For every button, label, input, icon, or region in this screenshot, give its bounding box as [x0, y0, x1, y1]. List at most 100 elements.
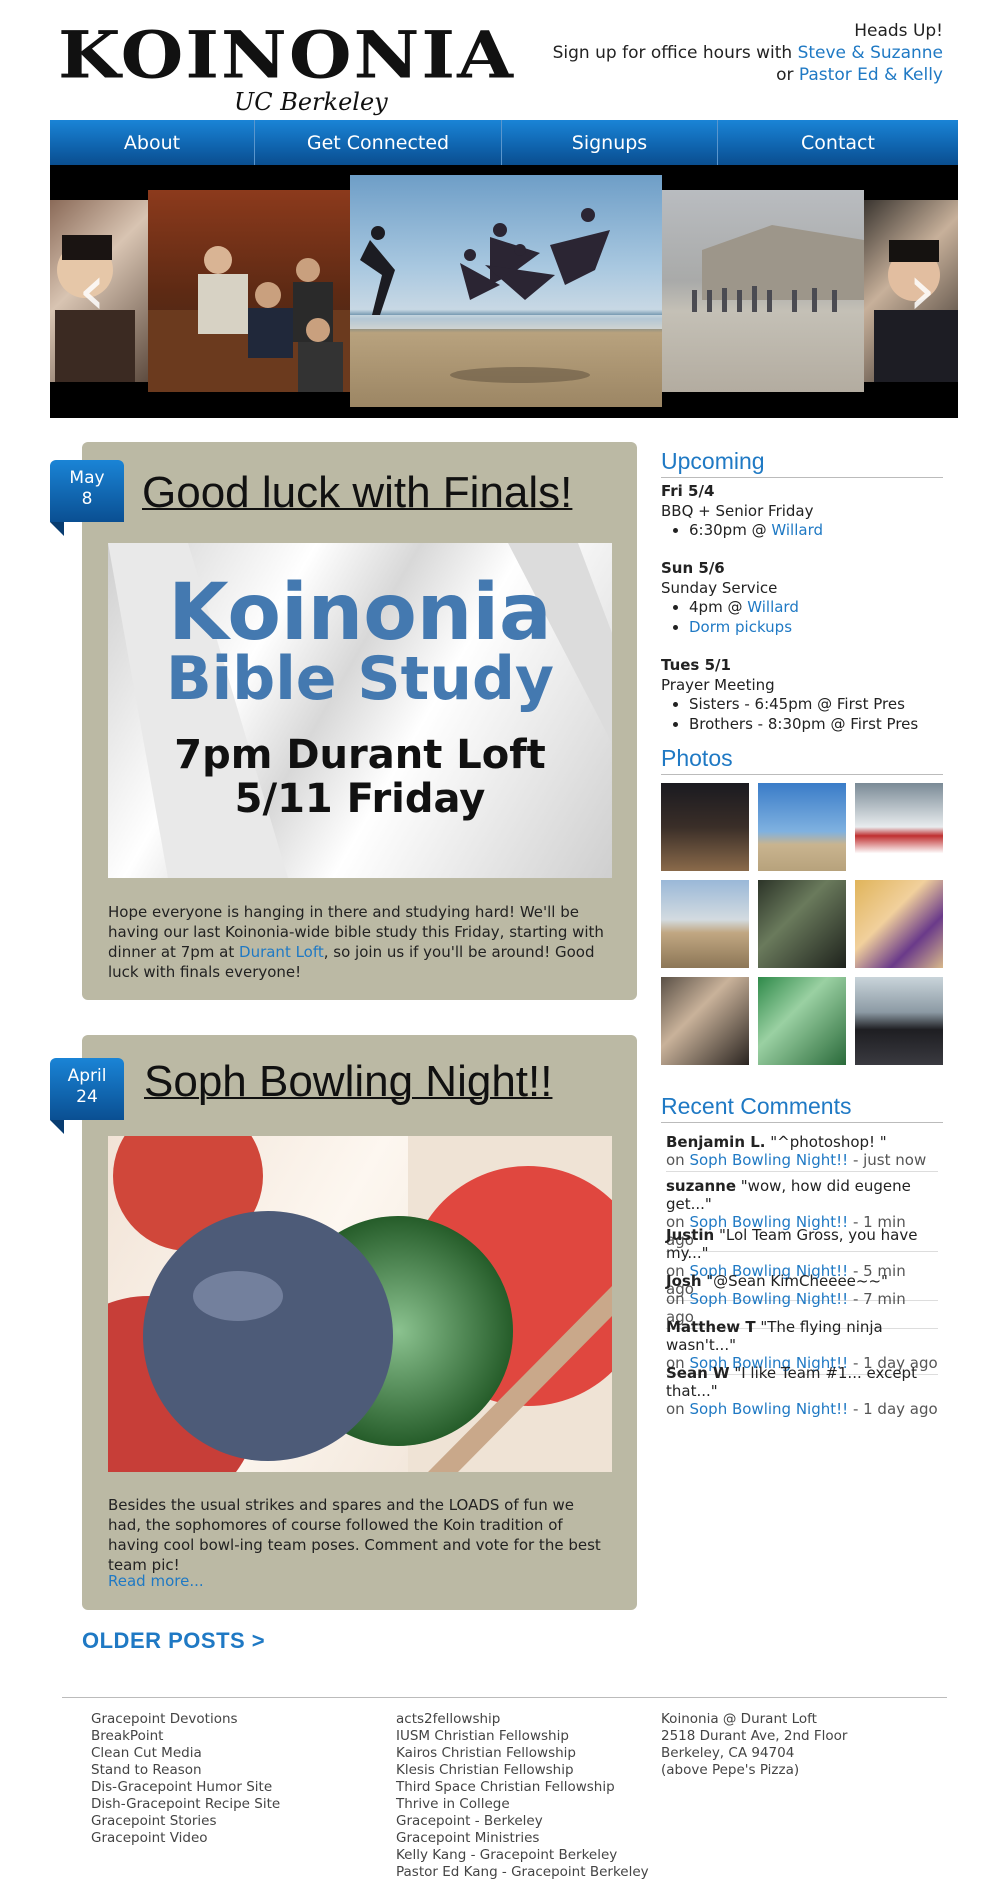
- site-header: KOINONIA UC Berkeley Heads Up! Sign up f…: [0, 0, 1000, 120]
- photo-thumbnail[interactable]: [855, 977, 943, 1065]
- comment-author: Benjamin L.: [666, 1133, 766, 1151]
- address-line: Koinonia @ Durant Loft: [661, 1711, 817, 1727]
- slide-photo-active[interactable]: [350, 175, 662, 407]
- slide-photo[interactable]: [662, 190, 864, 392]
- post-image[interactable]: Koinonia Bible Study 7pm Durant Loft 5/1…: [108, 543, 612, 878]
- footer-link[interactable]: Gracepoint Devotions: [91, 1711, 280, 1728]
- post-card: Good luck with Finals! Koinonia Bible St…: [82, 442, 637, 1000]
- footer-link[interactable]: Dis-Gracepoint Humor Site: [91, 1779, 280, 1796]
- nav-about[interactable]: About: [50, 120, 255, 165]
- post-date-month: April: [67, 1066, 107, 1086]
- post-image[interactable]: [108, 1136, 612, 1472]
- footer-link[interactable]: Kairos Christian Fellowship: [396, 1745, 649, 1762]
- upcoming-heading: Upcoming: [661, 448, 943, 478]
- photo-slider: ‹ ›: [50, 165, 958, 418]
- footer-link[interactable]: BreakPoint: [91, 1728, 280, 1745]
- footer-link[interactable]: Kelly Kang - Gracepoint Berkeley: [396, 1847, 649, 1864]
- willard-link[interactable]: Willard: [771, 521, 823, 539]
- comment-post-link[interactable]: Soph Bowling Night!!: [689, 1400, 848, 1418]
- heads-up-notice: Heads Up! Sign up for office hours with …: [553, 20, 943, 86]
- photos-heading: Photos: [661, 745, 943, 775]
- recent-comments-heading: Recent Comments: [661, 1093, 943, 1123]
- photo-thumbnail[interactable]: [758, 977, 846, 1065]
- footer-link[interactable]: Clean Cut Media: [91, 1745, 280, 1762]
- comment-author: Matthew T: [666, 1318, 756, 1336]
- post-date-month: May: [69, 468, 105, 488]
- comment-post-link[interactable]: Soph Bowling Night!!: [689, 1151, 848, 1169]
- photo-thumbnail[interactable]: [661, 783, 749, 871]
- footer-link[interactable]: Gracepoint Ministries: [396, 1830, 649, 1847]
- footer-link[interactable]: Gracepoint - Berkeley: [396, 1813, 649, 1830]
- slider-prev-arrow[interactable]: ‹: [72, 255, 112, 325]
- photo-thumbnail[interactable]: [855, 880, 943, 968]
- flyer-time: 7pm Durant Loft: [174, 732, 546, 778]
- flyer-title: Koinonia: [168, 568, 552, 658]
- heads-up-title: Heads Up!: [854, 21, 943, 41]
- nav-contact[interactable]: Contact: [718, 120, 958, 165]
- footer-link[interactable]: Gracepoint Video: [91, 1830, 280, 1847]
- logo-text: KOINONIA: [58, 16, 515, 93]
- event-day: Fri 5/4: [661, 482, 715, 500]
- flyer-date: 5/11 Friday: [234, 776, 486, 822]
- footer-address: Koinonia @ Durant Loft 2518 Durant Ave, …: [661, 1711, 847, 1779]
- comment-author: suzanne: [666, 1177, 736, 1195]
- footer-link[interactable]: IUSM Christian Fellowship: [396, 1728, 649, 1745]
- nav-get-connected[interactable]: Get Connected: [255, 120, 502, 165]
- post-body: Hope everyone is hanging in there and st…: [108, 903, 604, 981]
- nav-signups[interactable]: Signups: [502, 120, 718, 165]
- slider-next-arrow[interactable]: ›: [902, 255, 942, 325]
- post-title[interactable]: Soph Bowling Night!!: [144, 1057, 552, 1107]
- flyer-subtitle: Bible Study: [165, 644, 555, 714]
- photo-thumbnail[interactable]: [661, 880, 749, 968]
- comment-item: Benjamin L. "^photoshop! " on Soph Bowli…: [666, 1133, 938, 1172]
- post-card: Soph Bowling Night!! Besides the usual s…: [82, 1035, 637, 1610]
- comment-author: Justin: [666, 1226, 715, 1244]
- post-title[interactable]: Good luck with Finals!: [142, 468, 572, 518]
- comment-text: "@Sean KimCheeee~~": [706, 1272, 888, 1290]
- event-day: Tues 5/1: [661, 656, 731, 674]
- photo-thumbnail[interactable]: [758, 880, 846, 968]
- comment-author: Josh: [666, 1272, 702, 1290]
- footer-link[interactable]: Stand to Reason: [91, 1762, 280, 1779]
- footer-link[interactable]: Dish-Gracepoint Recipe Site: [91, 1796, 280, 1813]
- main-nav: About Get Connected Signups Contact: [50, 120, 958, 165]
- older-posts-link[interactable]: OLDER POSTS >: [82, 1628, 265, 1654]
- address-line: Berkeley, CA 94704: [661, 1745, 795, 1761]
- photo-grid: [661, 783, 943, 1065]
- event-name: Sunday Service: [661, 578, 778, 597]
- willard-link[interactable]: Willard: [747, 598, 799, 616]
- post-date-day: 24: [76, 1087, 98, 1107]
- logo-subtitle: UC Berkeley: [234, 88, 388, 116]
- event-day: Sun 5/6: [661, 559, 725, 577]
- photo-thumbnail[interactable]: [758, 783, 846, 871]
- photo-thumbnail[interactable]: [661, 977, 749, 1065]
- address-line: (above Pepe's Pizza): [661, 1762, 800, 1778]
- comment-author: Sean W: [666, 1364, 730, 1382]
- event-name: Prayer Meeting: [661, 675, 775, 694]
- address-line: 2518 Durant Ave, 2nd Floor: [661, 1728, 848, 1744]
- slide-photo[interactable]: [148, 190, 350, 392]
- read-more-link[interactable]: Read more...: [108, 1571, 204, 1591]
- post-date-day: 8: [81, 489, 93, 509]
- post-date-badge: April 24: [50, 1058, 124, 1134]
- post-body: Besides the usual strikes and spares and…: [108, 1496, 601, 1574]
- office-hours-link-steve-suzanne[interactable]: Steve & Suzanne: [798, 43, 943, 63]
- photo-thumbnail[interactable]: [855, 783, 943, 871]
- footer-links-column-2: acts2fellowship IUSM Christian Fellowshi…: [396, 1711, 649, 1881]
- event-item: Sun 5/6 Sunday Service 4pm @ Willard Dor…: [661, 559, 943, 637]
- footer-link[interactable]: Third Space Christian Fellowship: [396, 1779, 649, 1796]
- footer-link[interactable]: Thrive in College: [396, 1796, 649, 1813]
- heads-up-or: or: [776, 65, 794, 85]
- footer-link[interactable]: Pastor Ed Kang - Gracepoint Berkeley: [396, 1864, 649, 1881]
- footer-divider: [62, 1697, 947, 1698]
- dorm-pickups-link[interactable]: Dorm pickups: [689, 618, 792, 636]
- durant-loft-link[interactable]: Durant Loft: [239, 943, 324, 961]
- comment-post-link[interactable]: Soph Bowling Night!!: [689, 1290, 848, 1308]
- footer-link[interactable]: Klesis Christian Fellowship: [396, 1762, 649, 1779]
- event-item: Fri 5/4 BBQ + Senior Friday 6:30pm @ Wil…: [661, 482, 943, 541]
- footer-link[interactable]: acts2fellowship: [396, 1711, 649, 1728]
- event-item: Tues 5/1 Prayer Meeting Sisters - 6:45pm…: [661, 656, 943, 734]
- office-hours-link-pastor-ed-kelly[interactable]: Pastor Ed & Kelly: [799, 65, 943, 85]
- site-logo[interactable]: KOINONIA UC Berkeley: [58, 10, 513, 120]
- footer-link[interactable]: Gracepoint Stories: [91, 1813, 280, 1830]
